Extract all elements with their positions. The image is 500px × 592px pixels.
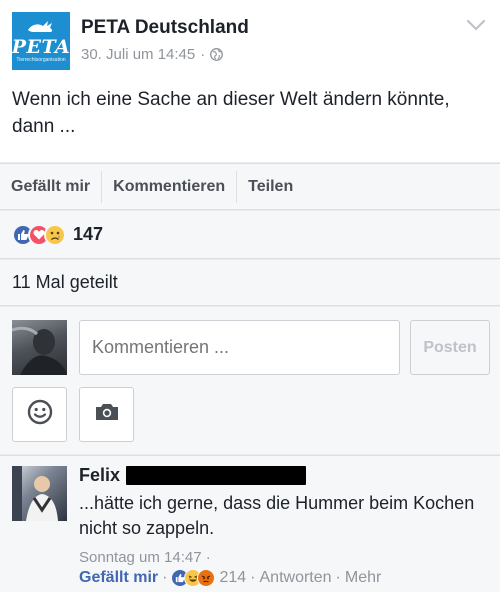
comment-actions: Gefällt mir · 214 · Antworten · Mehr <box>79 569 381 587</box>
post-comment-button[interactable]: Posten <box>410 320 490 375</box>
comment: Felix ...hätte ich gerne, dass die Humme… <box>0 455 500 592</box>
reply-button[interactable]: Antworten <box>260 569 332 587</box>
post-meta: 30. Juli um 14:45 · <box>81 46 224 63</box>
globe-icon <box>210 48 224 61</box>
reaction-count: 147 <box>73 224 104 244</box>
separator: · <box>250 569 256 586</box>
current-user-avatar <box>12 320 67 375</box>
comment-button[interactable]: Kommentieren <box>101 170 236 203</box>
rabbit-icon <box>26 20 56 38</box>
camera-icon <box>94 401 120 428</box>
commenter-first-name: Felix <box>79 465 121 485</box>
comment-reaction-count: 214 <box>219 569 247 586</box>
comment-text: ...hätte ich gerne, dass die Hummer beim… <box>79 493 475 538</box>
page-profile-picture[interactable]: PETA Tierrechtsorganisation <box>12 12 70 70</box>
post-card: PETA Tierrechtsorganisation PETA Deutsch… <box>0 0 500 162</box>
smiley-icon <box>27 399 53 430</box>
page-name-link[interactable]: PETA Deutschland <box>81 17 249 39</box>
comment-time-separator: · <box>205 549 211 566</box>
photo-button[interactable] <box>79 387 134 442</box>
commenter-name[interactable]: Felix <box>79 465 307 486</box>
separator: · <box>162 569 168 586</box>
peta-logo-tagline: Tierrechtsorganisation <box>16 56 66 63</box>
meta-separator: · <box>200 46 206 63</box>
sad-reaction-icon <box>44 223 66 246</box>
chevron-down-icon[interactable] <box>466 18 486 32</box>
comment-input[interactable] <box>79 320 400 375</box>
comment-composer: Posten <box>0 307 500 454</box>
post-timestamp[interactable]: 30. Juli um 14:45 <box>81 46 195 63</box>
comment-reactions[interactable]: 214 <box>171 569 246 587</box>
angry-reaction-icon <box>197 569 216 587</box>
peta-logo-text: PETA <box>11 35 71 58</box>
commenter-avatar[interactable] <box>12 466 67 521</box>
shares-text: 11 Mal geteilt <box>12 272 118 292</box>
shares-count[interactable]: 11 Mal geteilt <box>0 260 500 306</box>
more-button[interactable]: Mehr <box>345 569 381 587</box>
redacted-surname <box>126 466 307 485</box>
reactions-summary[interactable]: 147 <box>0 211 500 259</box>
separator: · <box>335 569 341 586</box>
share-button[interactable]: Teilen <box>236 170 304 203</box>
emoji-button[interactable] <box>12 387 67 442</box>
like-button[interactable]: Gefällt mir <box>0 171 101 203</box>
comment-timestamp[interactable]: Sonntag um 14:47 <box>79 549 202 566</box>
post-action-bar: Gefällt mir Kommentieren Teilen <box>0 163 500 210</box>
comment-meta: Sonntag um 14:47 · <box>79 549 211 566</box>
comment-like-button[interactable]: Gefällt mir <box>79 569 158 587</box>
post-text: Wenn ich eine Sache an dieser Welt änder… <box>12 89 450 137</box>
